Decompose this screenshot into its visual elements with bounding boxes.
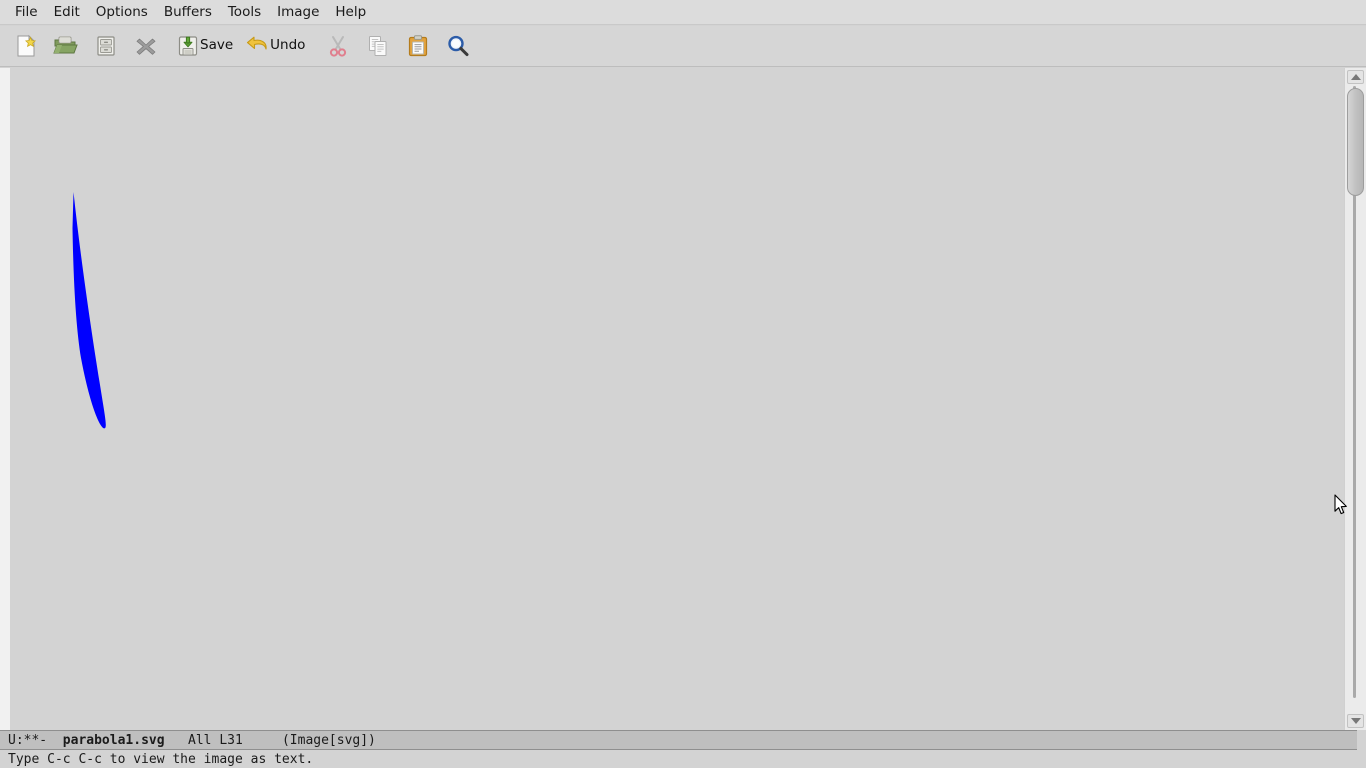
- close-x-icon: [136, 38, 155, 55]
- undo-arrow-icon: [247, 36, 267, 50]
- menu-file[interactable]: File: [7, 0, 46, 24]
- undo-label: Undo: [270, 37, 306, 54]
- menu-help[interactable]: Help: [327, 0, 374, 24]
- open-directory-button[interactable]: [88, 28, 124, 64]
- echo-area-message: Type C-c C-c to view the image as text.: [8, 752, 314, 767]
- paste-button[interactable]: [400, 28, 436, 64]
- paste-clipboard-icon: [408, 35, 428, 57]
- menu-options[interactable]: Options: [88, 0, 156, 24]
- scrollbar-down-arrow[interactable]: [1347, 714, 1364, 728]
- mode-line-major-mode: (Image[svg]): [281, 732, 376, 748]
- chevron-down-icon: [1350, 718, 1361, 724]
- mode-line-spacer-2: [165, 733, 188, 748]
- vertical-scrollbar[interactable]: [1344, 68, 1366, 730]
- menu-buffers[interactable]: Buffers: [156, 0, 220, 24]
- svg-canvas-background: [10, 68, 1332, 730]
- menu-edit[interactable]: Edit: [46, 0, 88, 24]
- chevron-up-icon: [1350, 74, 1361, 80]
- scrollbar-up-arrow[interactable]: [1347, 70, 1364, 84]
- open-folder-icon: [52, 36, 78, 54]
- buffer-area[interactable]: [0, 68, 1366, 730]
- new-file-icon: [17, 34, 36, 57]
- cut-button[interactable]: [320, 28, 356, 64]
- save-button[interactable]: Save: [174, 28, 238, 64]
- search-magnifier-icon: [448, 35, 469, 57]
- save-label: Save: [200, 37, 234, 54]
- left-fringe: [0, 68, 10, 730]
- svg-image-canvas[interactable]: [10, 68, 1332, 730]
- menu-tools[interactable]: Tools: [220, 0, 269, 24]
- mode-line-status: U:**-: [8, 732, 48, 748]
- copy-button[interactable]: [360, 28, 396, 64]
- mode-line-spacer-1: [47, 733, 63, 748]
- mode-line[interactable]: U:**- parabola1.svg All L31 (Image[svg]): [0, 730, 1357, 750]
- copy-pages-icon: [368, 36, 387, 56]
- minibuffer[interactable]: Type C-c C-c to view the image as text.: [0, 751, 1366, 768]
- mode-line-buffer-name: parabola1.svg: [62, 732, 165, 748]
- search-button[interactable]: [440, 28, 476, 64]
- open-file-button[interactable]: [48, 28, 84, 64]
- mode-line-spacer-3: [243, 733, 282, 748]
- scrollbar-thumb[interactable]: [1347, 88, 1364, 196]
- dired-cabinet-icon: [96, 36, 115, 56]
- menu-image[interactable]: Image: [269, 0, 327, 24]
- tool-bar: Save Undo: [0, 26, 1366, 67]
- menu-bar: File Edit Options Buffers Tools Image He…: [0, 0, 1366, 25]
- cut-scissors-icon: [329, 36, 347, 57]
- mode-line-position: All L31: [188, 732, 243, 748]
- undo-button[interactable]: Undo: [242, 28, 310, 64]
- close-buffer-button[interactable]: [128, 28, 164, 64]
- new-file-button[interactable]: [8, 28, 44, 64]
- parabola-svg-image: [10, 68, 1332, 730]
- emacs-window: File Edit Options Buffers Tools Image He…: [0, 0, 1366, 768]
- save-disk-icon: [178, 36, 198, 56]
